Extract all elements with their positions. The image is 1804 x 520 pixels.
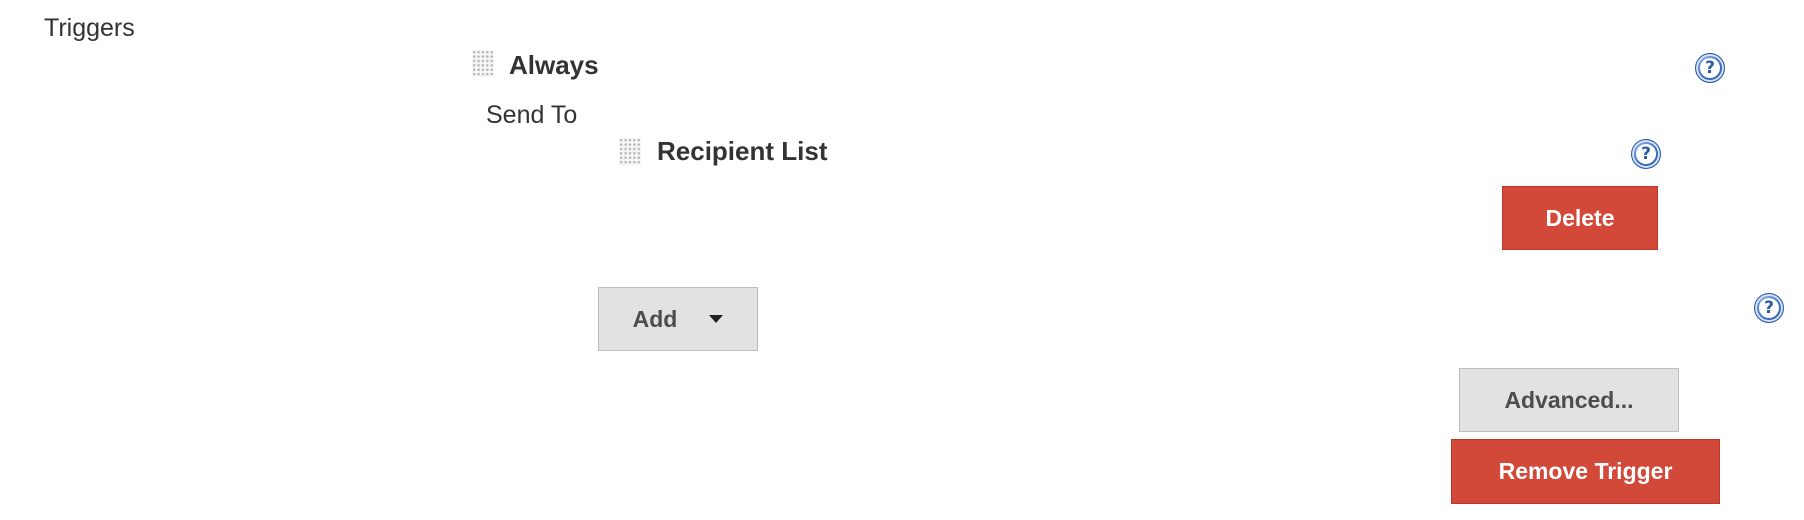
drag-handle-icon[interactable] (472, 50, 494, 77)
section-label-triggers: Triggers (44, 14, 135, 42)
question-mark-glyph: ? (1759, 298, 1779, 318)
recipient-list-title: Recipient List (657, 136, 828, 166)
trigger-title: Always (509, 50, 599, 80)
caret-down-icon (709, 315, 724, 323)
advanced-button[interactable]: Advanced... (1459, 368, 1679, 432)
advanced-button-label: Advanced... (1504, 386, 1634, 413)
help-icon[interactable]: ? (1695, 53, 1725, 83)
delete-recipient-button[interactable]: Delete (1502, 186, 1658, 250)
question-mark-glyph: ? (1636, 144, 1656, 164)
help-icon[interactable]: ? (1754, 293, 1784, 323)
add-dropdown-button[interactable]: Add (598, 287, 758, 351)
send-to-label: Send To (486, 101, 578, 129)
help-icon[interactable]: ? (1631, 139, 1661, 169)
drag-handle-icon[interactable] (619, 138, 641, 165)
question-mark-glyph: ? (1700, 58, 1720, 78)
remove-trigger-label: Remove Trigger (1498, 458, 1673, 484)
remove-trigger-button[interactable]: Remove Trigger (1451, 439, 1720, 504)
add-button-label: Add (632, 305, 678, 332)
delete-button-label: Delete (1545, 204, 1615, 231)
